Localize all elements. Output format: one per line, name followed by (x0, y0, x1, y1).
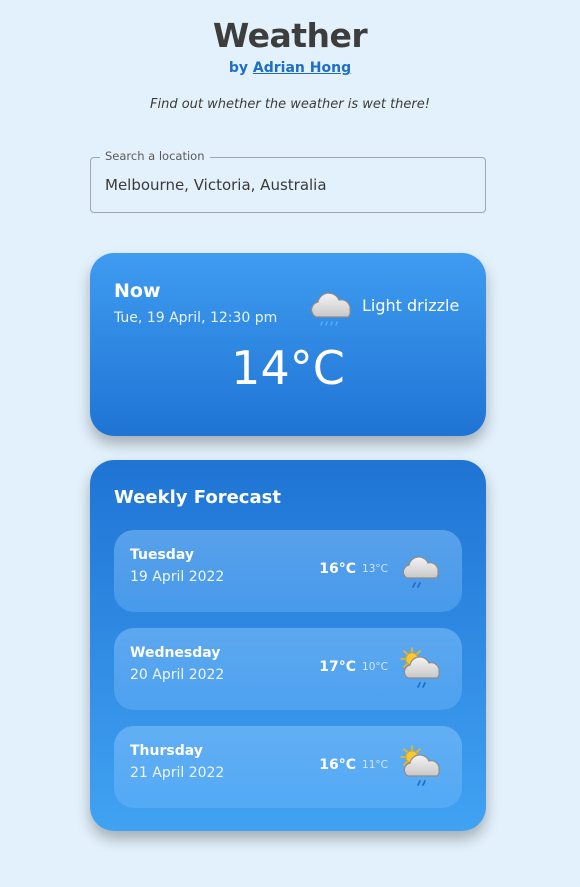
forecast-max-temp: 16°C (319, 561, 356, 577)
forecast-max-temp: 16°C (319, 757, 356, 773)
forecast-day-row: Tuesday 19 April 2022 16°C 13°C (114, 530, 462, 612)
forecast-min-temp: 11°C (362, 759, 388, 771)
now-label: Now (114, 280, 161, 302)
forecast-min-temp: 13°C (362, 563, 388, 575)
current-weather-card: Now Tue, 19 April, 12:30 pm Light drizzl… (90, 253, 486, 436)
search-location-field: Search a location (90, 149, 486, 213)
current-datetime: Tue, 19 April, 12:30 pm (114, 310, 278, 326)
forecast-day-name: Thursday (130, 743, 203, 759)
forecast-day-row: Thursday 21 April 2022 16°C 11°C (114, 726, 462, 808)
byline: by Adrian Hong (0, 60, 580, 76)
forecast-day-name: Tuesday (130, 547, 194, 563)
forecast-day-date: 20 April 2022 (130, 667, 225, 683)
forecast-title: Weekly Forecast (114, 487, 281, 508)
tagline: Find out whether the weather is wet ther… (150, 97, 430, 112)
forecast-day-date: 21 April 2022 (130, 765, 225, 781)
cloud-rain-icon (402, 556, 439, 588)
forecast-max-temp: 17°C (319, 659, 356, 675)
page-title: Weather (212, 16, 368, 55)
forecast-min-temp: 10°C (362, 661, 388, 673)
weather-page: Weather by Adrian Hong Find out whether … (0, 0, 580, 887)
forecast-day-date: 19 April 2022 (130, 569, 225, 585)
forecast-day-row: Wednesday 20 April 2022 17°C 10°C (114, 628, 462, 710)
sun-cloud-rain-icon (400, 745, 440, 786)
byline-prefix: by (228, 60, 249, 76)
weekly-forecast-card: Weekly Forecast Tuesday 19 April 2022 16… (90, 460, 486, 831)
current-condition: Light drizzle (362, 296, 460, 315)
forecast-day-name: Wednesday (130, 645, 221, 661)
author-link[interactable]: Adrian Hong (253, 60, 351, 76)
current-temperature: 14°C (231, 341, 345, 395)
search-input[interactable] (91, 158, 485, 212)
sun-cloud-rain-icon (400, 647, 440, 688)
cloud-drizzle-icon (310, 292, 351, 326)
